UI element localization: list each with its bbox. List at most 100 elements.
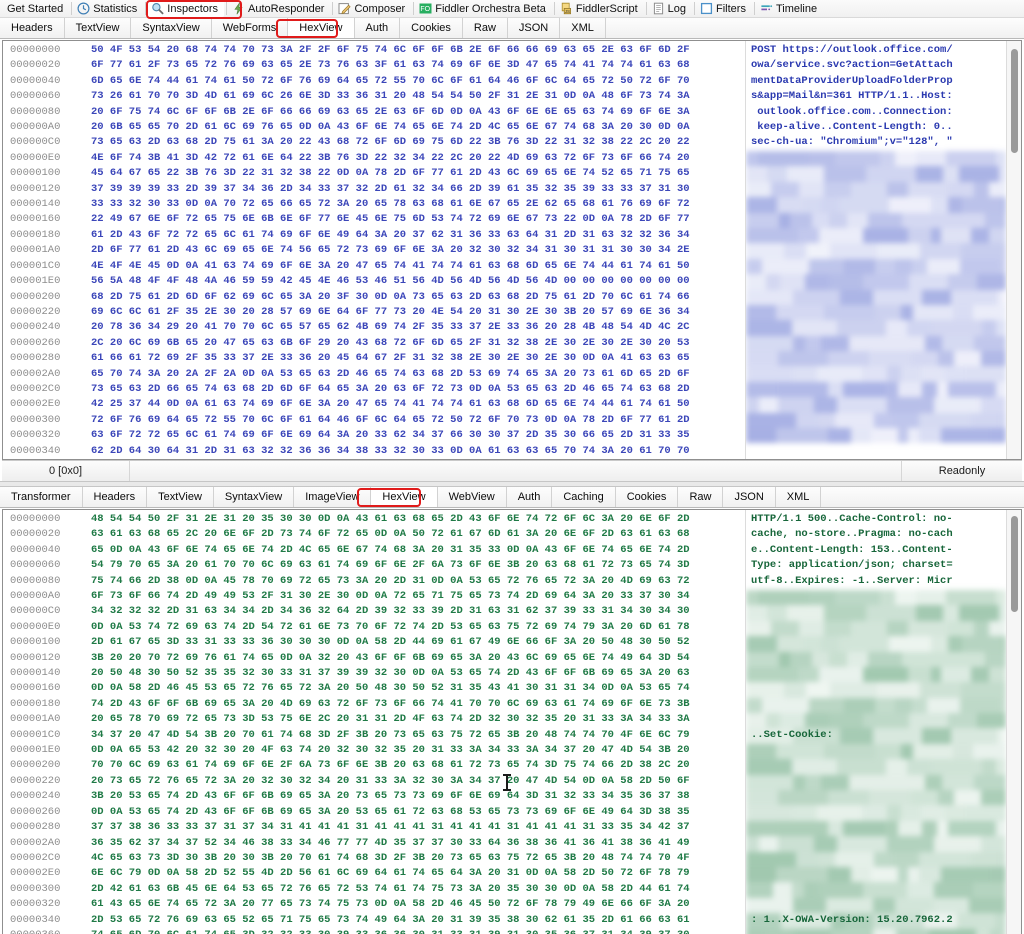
toolbar-item-label: Fiddler Orchestra Beta: [435, 2, 546, 15]
response-hex-scroll[interactable]: 00000000 00000020 00000040 00000060 0000…: [3, 509, 1006, 934]
tab-label: JSON: [518, 22, 549, 34]
toolbar-divider: [71, 2, 73, 15]
tab-cookies[interactable]: Cookies: [400, 18, 463, 38]
main-toolbar: Get Started Statistics Inspectors AutoRe…: [0, 0, 1024, 19]
request-cursor-position: 0 [0x0]: [2, 460, 130, 481]
request-offset-column: 00000000 00000020 00000040 00000060 0000…: [10, 44, 61, 457]
svg-text:JS: JS: [565, 9, 570, 14]
tab-label: Transformer: [11, 490, 71, 503]
tab-webview[interactable]: WebView: [438, 486, 507, 507]
tab-headers[interactable]: Headers: [83, 486, 148, 507]
toolbar-item-label: Filters: [716, 2, 746, 15]
tab-hexview[interactable]: HexView: [288, 18, 355, 38]
clock-icon: [77, 2, 90, 15]
request-readonly-indicator: Readonly: [938, 464, 986, 477]
fo-badge-icon: FO: [419, 2, 432, 15]
toolbar-item-autoresponder[interactable]: AutoResponder: [229, 1, 330, 17]
toolbar-divider: [753, 2, 755, 15]
response-scroll-thumb[interactable]: [1011, 515, 1018, 612]
tab-label: WebForms: [222, 22, 277, 34]
response-bytes-column[interactable]: 48 54 54 50 2F 31 2E 31 20 35 30 30 0D 0…: [87, 510, 745, 934]
tab-label: HexView: [299, 22, 343, 34]
tab-hexview[interactable]: HexView: [371, 486, 438, 507]
request-bytes-column[interactable]: 50 4F 53 54 20 68 74 74 70 73 3A 2F 2F 6…: [87, 41, 745, 459]
tab-label: Raw: [473, 22, 496, 34]
tab-raw[interactable]: Raw: [678, 486, 724, 507]
fiddler-window: Get Started Statistics Inspectors AutoRe…: [0, 0, 1024, 934]
tab-auth[interactable]: Auth: [355, 18, 401, 38]
tab-label: XML: [571, 22, 594, 34]
toolbar-item-log[interactable]: Log: [649, 1, 692, 17]
request-inspector-pane: Headers TextView SyntaxView WebForms Hex…: [0, 18, 1024, 481]
toolbar-item-fiddler-orchestra[interactable]: FO Fiddler Orchestra Beta: [416, 1, 552, 17]
toolbar-divider: [145, 2, 147, 15]
toolbar-item-inspectors[interactable]: Inspectors: [148, 0, 225, 17]
toolbar-item-label: FiddlerScript: [575, 2, 638, 15]
toolbar-divider: [332, 2, 334, 15]
tab-label: Auth: [517, 490, 541, 503]
toolbar-item-label: Timeline: [775, 2, 818, 15]
timeline-icon: [760, 2, 773, 15]
request-ascii-wrap: POST https://outlook.office.com/ owa/ser…: [745, 41, 1006, 459]
tab-textview[interactable]: TextView: [65, 18, 132, 38]
toolbar-item-fiddlerscript[interactable]: JS FiddlerScript: [557, 1, 644, 17]
tab-textview[interactable]: TextView: [147, 486, 214, 507]
tab-label: HexView: [382, 490, 426, 503]
request-scroll-thumb[interactable]: [1011, 49, 1018, 153]
tab-xml[interactable]: XML: [776, 486, 822, 507]
request-ascii-column[interactable]: POST https://outlook.office.com/ owa/ser…: [746, 41, 1006, 151]
toolbar-item-label: Statistics: [93, 2, 138, 15]
tab-transformer[interactable]: Transformer: [0, 486, 83, 507]
response-offset-column: 00000000 00000020 00000040 00000060 0000…: [10, 512, 61, 934]
toolbar-divider: [553, 2, 555, 15]
tab-label: TextView: [158, 490, 202, 503]
tab-json[interactable]: JSON: [508, 18, 561, 38]
tab-label: Cookies: [411, 22, 451, 34]
tabstrip-filler: [821, 487, 1024, 507]
tab-syntaxview[interactable]: SyntaxView: [131, 18, 212, 38]
tab-label: Raw: [689, 490, 712, 503]
toolbar-divider: [694, 2, 695, 15]
tab-label: XML: [786, 490, 810, 503]
tab-cookies[interactable]: Cookies: [616, 486, 679, 507]
toolbar-item-get-started[interactable]: Get Started: [4, 1, 69, 17]
response-tabstrip: Transformer Headers TextView SyntaxView …: [0, 486, 1024, 508]
toolbar-item-timeline[interactable]: Timeline: [757, 1, 823, 17]
toolbar-divider: [645, 2, 647, 15]
tab-label: Cookies: [626, 490, 667, 503]
request-vertical-scrollbar[interactable]: [1006, 41, 1021, 459]
response-vertical-scrollbar[interactable]: [1006, 509, 1021, 934]
tab-label: Headers: [93, 490, 136, 503]
text-cursor: [503, 774, 511, 791]
tab-raw[interactable]: Raw: [463, 18, 508, 38]
tab-label: Headers: [11, 22, 53, 34]
request-tabstrip: Headers TextView SyntaxView WebForms Hex…: [0, 18, 1024, 39]
toolbar-item-composer[interactable]: Composer: [335, 1, 411, 17]
log-icon: [652, 2, 665, 15]
response-ascii-column[interactable]: HTTP/1.1 500..Cache-Control: no- cache, …: [746, 510, 1006, 928]
toolbar-item-label: AutoResponder: [248, 2, 325, 15]
toolbar-divider: [226, 2, 228, 15]
checkbox-icon: [700, 2, 713, 15]
tab-imageview[interactable]: ImageView: [294, 486, 372, 507]
tabstrip-filler: [606, 18, 1024, 38]
response-hex-body: 00000000 00000020 00000040 00000060 0000…: [2, 508, 1022, 934]
tab-webforms[interactable]: WebForms: [212, 18, 289, 38]
tab-xml[interactable]: XML: [560, 18, 606, 38]
lightning-icon: [232, 2, 245, 15]
request-status-middle: [130, 460, 902, 481]
tab-caching[interactable]: Caching: [552, 486, 616, 507]
tab-json[interactable]: JSON: [723, 486, 776, 507]
tab-syntaxview[interactable]: SyntaxView: [214, 486, 295, 507]
tab-label: TextView: [75, 22, 120, 34]
toolbar-divider: [413, 2, 415, 15]
svg-text:FO: FO: [421, 6, 431, 13]
response-inspector-pane: Transformer Headers TextView SyntaxView …: [0, 486, 1024, 934]
tab-label: SyntaxView: [142, 22, 200, 34]
tab-auth[interactable]: Auth: [507, 486, 553, 507]
toolbar-item-label: Get Started: [7, 2, 64, 15]
toolbar-item-statistics[interactable]: Statistics: [74, 1, 143, 17]
request-hex-scroll[interactable]: 00000000 00000020 00000040 00000060 0000…: [3, 41, 1006, 459]
toolbar-item-filters[interactable]: Filters: [697, 1, 752, 17]
tab-headers[interactable]: Headers: [0, 18, 65, 38]
